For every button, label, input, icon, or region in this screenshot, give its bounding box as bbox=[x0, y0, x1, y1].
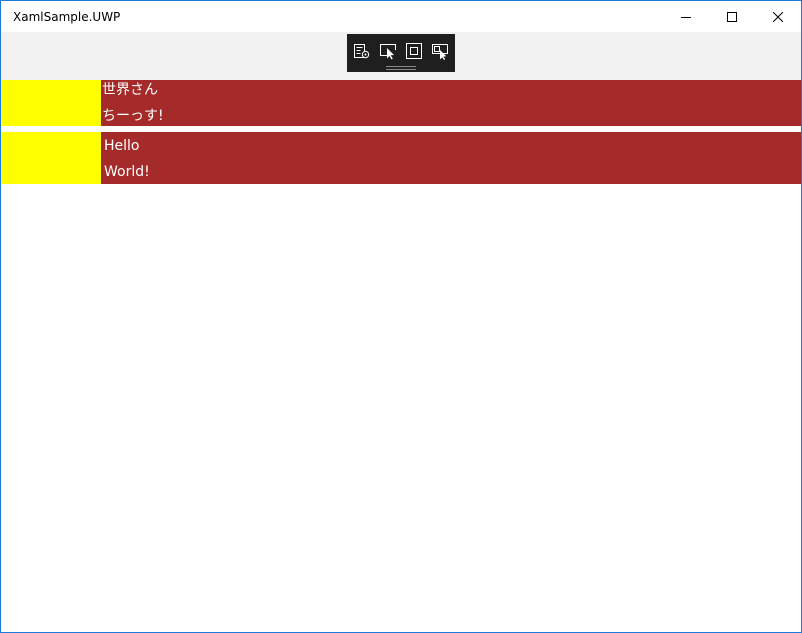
text-line-1: 世界さん bbox=[102, 82, 158, 98]
track-focus-icon bbox=[431, 42, 449, 60]
live-visual-tree-icon bbox=[353, 42, 371, 60]
close-icon bbox=[773, 11, 783, 22]
yellow-block bbox=[1, 132, 101, 184]
minimize-button[interactable] bbox=[663, 1, 709, 32]
content-row-2: Hello World! bbox=[1, 132, 801, 184]
display-layout-adorners-icon bbox=[405, 42, 423, 60]
text-line-1: Hello bbox=[104, 138, 140, 154]
display-layout-adorners-button[interactable] bbox=[403, 40, 425, 62]
text-line-2: ちーっす! bbox=[102, 108, 164, 124]
select-element-button[interactable] bbox=[377, 40, 399, 62]
debug-toolbar-band bbox=[1, 32, 801, 80]
text-line-2: World! bbox=[104, 164, 150, 180]
live-visual-tree-button[interactable] bbox=[351, 40, 373, 62]
track-focus-button[interactable] bbox=[429, 40, 451, 62]
in-app-debug-toolbar bbox=[347, 34, 455, 72]
maximize-icon bbox=[727, 11, 737, 22]
title-bar[interactable]: XamlSample.UWP bbox=[1, 1, 801, 32]
window-title: XamlSample.UWP bbox=[13, 10, 121, 24]
app-window: XamlSample.UWP 世界さん ちーっす! Hello World! bbox=[0, 0, 802, 633]
close-button[interactable] bbox=[755, 1, 801, 32]
select-element-icon bbox=[379, 42, 397, 60]
red-block: 世界さん ちーっす! bbox=[101, 80, 801, 126]
content-row-1: 世界さん ちーっす! bbox=[1, 80, 801, 126]
red-block: Hello World! bbox=[101, 132, 801, 184]
yellow-block bbox=[1, 80, 101, 126]
toolbar-drag-handle[interactable] bbox=[386, 66, 416, 70]
maximize-button[interactable] bbox=[709, 1, 755, 32]
minimize-icon bbox=[681, 12, 691, 22]
